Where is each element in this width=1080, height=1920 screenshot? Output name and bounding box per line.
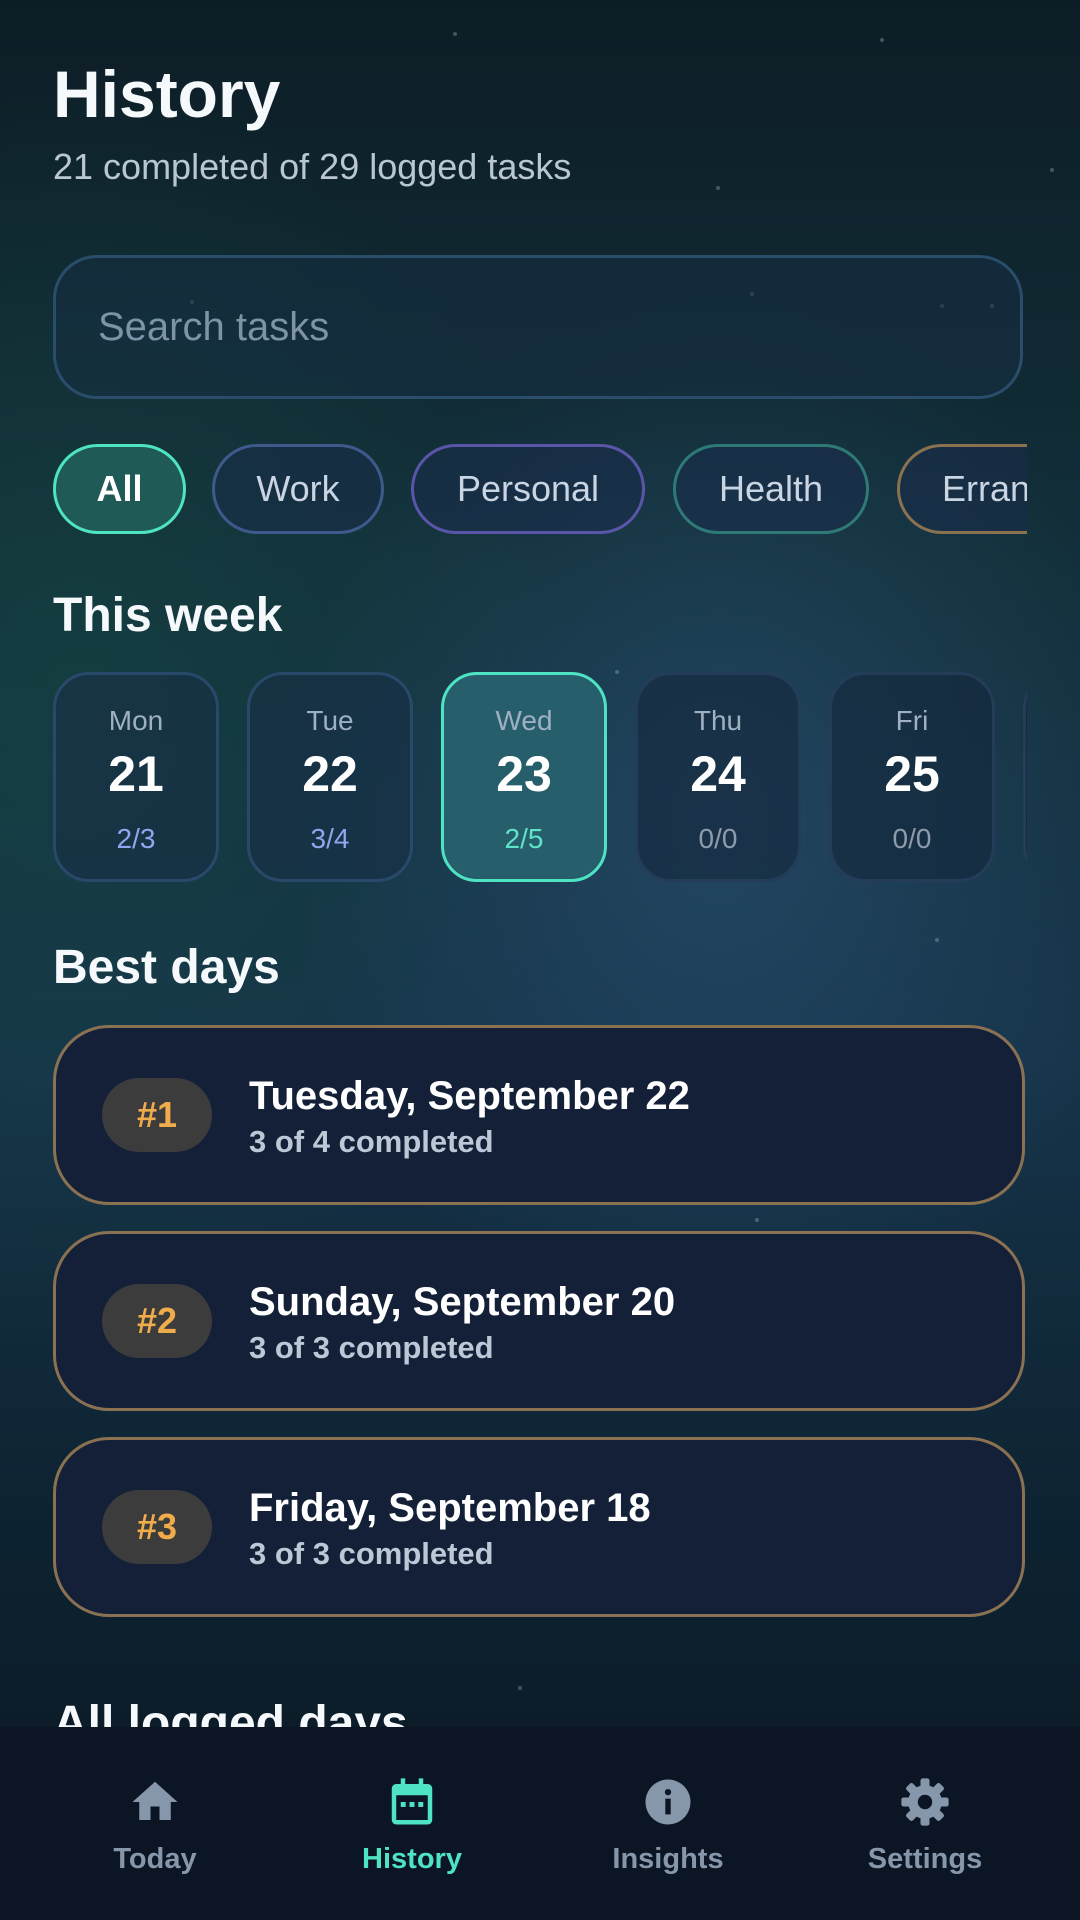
day-name: Tue: [306, 705, 354, 736]
day-date: 22: [302, 746, 358, 802]
nav-label: Today: [113, 1843, 197, 1875]
day-date: 23: [496, 746, 552, 802]
calendar-icon: [391, 1778, 433, 1825]
nav-item-insights[interactable]: Insights: [568, 1775, 768, 1876]
background-star: [518, 1686, 522, 1690]
day-date: 21: [108, 746, 164, 802]
filter-chip-all[interactable]: All: [53, 444, 186, 534]
nav-item-settings[interactable]: Settings: [825, 1775, 1025, 1876]
day-name: Mon: [108, 705, 164, 736]
nav-item-history[interactable]: History: [312, 1775, 512, 1876]
best-day-summary: 3 of 4 completed: [249, 1124, 494, 1159]
best-day-summary: 3 of 3 completed: [249, 1536, 494, 1571]
nav-label: Insights: [612, 1843, 724, 1875]
best-day-card[interactable]: #1 Tuesday, September 22 3 of 4 complete…: [53, 1025, 1025, 1205]
best-day-card[interactable]: #3 Friday, September 18 3 of 3 completed: [53, 1437, 1025, 1617]
info-icon: [645, 1779, 691, 1825]
filter-chips: All Work Personal Health Errands: [53, 444, 1027, 534]
nav-label: History: [362, 1843, 462, 1875]
week-strip: Mon 21 2/3 Tue 22 3/4 Wed 23 2/5 Thu 24 …: [53, 672, 1027, 884]
day-name: Wed: [495, 705, 553, 736]
best-days-section-title: Best days: [53, 941, 280, 994]
nav-item-today[interactable]: Today: [55, 1775, 255, 1876]
rank-badge: #3: [102, 1490, 212, 1564]
bottom-nav: Today History Insights Settings: [0, 1727, 1080, 1920]
nav-label: Settings: [867, 1843, 983, 1875]
page-subtitle: 21 completed of 29 logged tasks: [53, 146, 572, 187]
day-ratio: 2/5: [504, 823, 544, 854]
background-star: [1050, 168, 1054, 172]
best-day-date: Sunday, September 20: [249, 1280, 676, 1324]
day-card-thu[interactable]: Thu 24 0/0: [635, 672, 801, 882]
day-card-next-partial[interactable]: [1023, 672, 1027, 882]
rank-badge: #1: [102, 1078, 212, 1152]
day-ratio: 3/4: [310, 823, 350, 854]
filter-chip-errands[interactable]: Errands: [897, 444, 1027, 534]
best-day-date: Tuesday, September 22: [249, 1074, 690, 1118]
best-day-card[interactable]: #2 Sunday, September 20 3 of 3 completed: [53, 1231, 1025, 1411]
rank-badge: #2: [102, 1284, 212, 1358]
day-card-fri[interactable]: Fri 25 0/0: [829, 672, 995, 882]
filter-chip-health[interactable]: Health: [673, 444, 869, 534]
filter-chip-work[interactable]: Work: [212, 444, 384, 534]
background-star: [716, 186, 720, 190]
day-ratio: 0/0: [698, 823, 738, 854]
day-date: 25: [884, 746, 940, 802]
day-ratio: 0/0: [892, 823, 932, 854]
search-input[interactable]: [96, 303, 932, 351]
day-name: Fri: [895, 705, 929, 736]
background-star: [453, 32, 457, 36]
best-day-summary: 3 of 3 completed: [249, 1330, 494, 1365]
background-star: [755, 1218, 759, 1222]
filter-chip-personal[interactable]: Personal: [411, 444, 645, 534]
background-star: [935, 938, 939, 942]
day-name: Thu: [693, 705, 743, 736]
day-card-mon[interactable]: Mon 21 2/3: [53, 672, 219, 882]
day-card-tue[interactable]: Tue 22 3/4: [247, 672, 413, 882]
day-card-wed[interactable]: Wed 23 2/5: [441, 672, 607, 882]
search-bar[interactable]: [53, 255, 1023, 399]
home-icon: [132, 1781, 178, 1820]
best-day-date: Friday, September 18: [249, 1486, 651, 1530]
page-title: History: [53, 57, 281, 131]
day-date: 24: [690, 746, 746, 802]
week-section-title: This week: [53, 589, 283, 642]
background-star: [880, 38, 884, 42]
gear-icon: [901, 1778, 949, 1826]
day-ratio: 2/3: [116, 823, 156, 854]
